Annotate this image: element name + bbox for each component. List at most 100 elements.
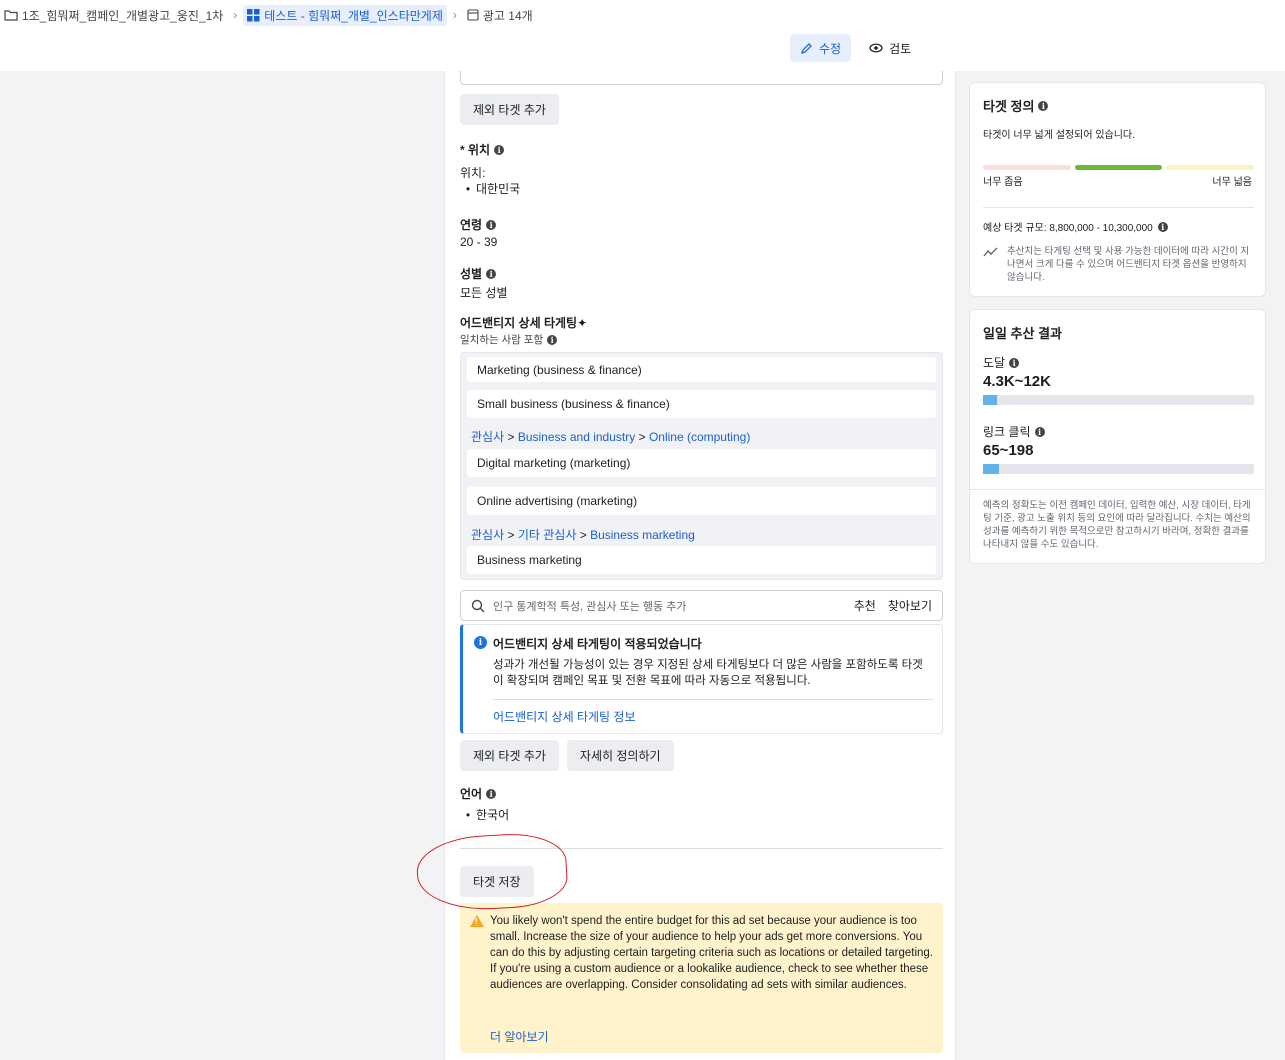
daily-disclaimer: 예측의 정확도는 이전 캠페인 데이터, 입력한 예산, 시장 데이터, 타게팅…	[983, 500, 1251, 550]
search-icon	[471, 599, 485, 612]
info-icon[interactable]: i	[1038, 100, 1049, 111]
notice-link[interactable]: 어드밴티지 상세 타게팅 정보	[493, 708, 635, 725]
info-icon: i	[474, 636, 487, 649]
path-link[interactable]: Business and industry	[518, 430, 635, 444]
reach-bar-fill	[983, 395, 997, 405]
gender-label-text: 성별	[460, 267, 483, 281]
notice-body: 성과가 개선될 가능성이 있는 경우 지정된 상세 타게팅보다 더 많은 사람을…	[493, 659, 923, 687]
divider	[970, 489, 1265, 490]
budget-warning: ! You likely won't spend the entire budg…	[460, 903, 943, 1053]
definition-title: 타겟 정의	[983, 99, 1035, 114]
gender-value: 모든 성별	[460, 286, 508, 300]
meter-broad	[1166, 165, 1255, 170]
eye-icon	[869, 43, 883, 53]
targeting-item[interactable]: Small business (business & finance)	[467, 390, 936, 418]
targeting-item[interactable]: Marketing (business & finance)	[467, 357, 936, 382]
review-button[interactable]: 검토	[859, 34, 921, 62]
breadcrumb-ads[interactable]: 광고 14개	[463, 5, 537, 26]
warning-icon: !	[470, 915, 484, 927]
learn-more-link[interactable]: 더 알아보기	[490, 1028, 549, 1045]
meter-broad-label: 너무 넓음	[1212, 177, 1252, 188]
chevron-right-icon: ›	[452, 8, 457, 22]
trend-icon	[983, 247, 998, 257]
path-separator: >	[507, 430, 515, 444]
suggest-link[interactable]: 추천	[854, 597, 876, 614]
folder-icon	[4, 10, 18, 21]
targeting-item[interactable]: Digital marketing (marketing)	[467, 449, 936, 477]
breadcrumb-adset-label: 테스트 - 힘뭐쩌_개별_인스타만게제	[264, 8, 443, 23]
path-separator: >	[579, 528, 587, 542]
detail-targeting-label: 어드밴티지 상세 타게팅✦	[460, 316, 588, 330]
audience-breadth-meter	[983, 165, 1255, 171]
define-detail-button[interactable]: 자세히 정의하기	[566, 740, 674, 771]
path-link[interactable]: Business marketing	[590, 528, 695, 542]
warning-text-1: You likely won't spend the entire budget…	[490, 915, 934, 959]
meter-narrow	[983, 165, 1071, 170]
path-link[interactable]: Online (computing)	[649, 430, 750, 444]
language-value: 한국어	[460, 808, 509, 822]
path-link[interactable]: 관심사	[471, 430, 504, 444]
divider	[493, 699, 933, 700]
location-label-text: * 위치	[460, 143, 491, 157]
meter-narrow-label: 너무 좁음	[983, 177, 1023, 188]
definition-note: 추산치는 타게팅 선택 및 사용 가능한 데이터에 따라 시간이 지나면서 크게…	[1007, 246, 1250, 283]
age-value: 20 - 39	[460, 235, 498, 249]
pencil-icon	[801, 42, 812, 54]
info-icon[interactable]: i	[1157, 221, 1168, 232]
info-icon[interactable]: i	[547, 334, 558, 345]
targeting-path: 관심사 > Business and industry > Online (co…	[471, 428, 750, 445]
warning-text-2: If you're using a custom audience or a l…	[490, 963, 929, 991]
info-icon[interactable]: i	[494, 144, 505, 155]
info-icon[interactable]: i	[1009, 357, 1020, 368]
save-audience-button[interactable]: 타겟 저장	[460, 866, 534, 897]
targeting-item[interactable]: Business marketing	[467, 546, 936, 574]
exclude-audience-button-top[interactable]: 제외 타겟 추가	[460, 94, 559, 125]
detail-targeting-box: Marketing (business & finance) Small bus…	[460, 352, 943, 580]
daily-title: 일일 추산 결과	[983, 326, 1062, 341]
top-search-input[interactable]	[460, 71, 943, 85]
language-label-text: 언어	[460, 787, 483, 801]
click-label: 링크 클릭	[983, 425, 1031, 439]
edit-label: 수정	[819, 41, 842, 56]
reach-value: 4.3K~12K	[983, 373, 1051, 390]
reach-label: 도달	[983, 356, 1006, 370]
breadcrumb-ads-label: 광고 14개	[482, 8, 533, 23]
click-bar	[983, 464, 1254, 474]
path-link[interactable]: 기타 관심사	[518, 528, 577, 542]
breadcrumb-adset[interactable]: 테스트 - 힘뭐쩌_개별_인스타만게제	[243, 4, 447, 26]
detail-targeting-search[interactable]: 인구 통계학적 특성, 관심사 또는 행동 추가 추천 찾아보기	[460, 590, 943, 621]
targeting-item[interactable]: Online advertising (marketing)	[467, 487, 936, 515]
exclude-audience-button[interactable]: 제외 타겟 추가	[460, 740, 559, 771]
age-label-text: 연령	[460, 218, 483, 232]
age-label: 연령 i	[460, 216, 943, 233]
info-icon[interactable]: i	[1034, 426, 1045, 437]
grid-icon	[247, 8, 260, 21]
advantage-notice: i 어드밴티지 상세 타게팅이 적용되었습니다 성과가 개선될 가능성이 있는 …	[460, 624, 943, 734]
notice-title: 어드밴티지 상세 타게팅이 적용되었습니다	[493, 637, 702, 651]
location-sub: 위치:	[460, 166, 486, 180]
info-icon[interactable]: i	[486, 788, 497, 799]
audience-definition-card: 타겟 정의 i 타겟이 너무 넓게 설정되어 있습니다. 너무 좁음 너무 넓음…	[969, 82, 1266, 297]
breadcrumb-campaign[interactable]: 1조_힘뭐쩌_캠페인_개별광고_웅진_1차	[0, 5, 227, 26]
click-bar-fill	[983, 464, 1000, 474]
gender-label: 성별 i	[460, 265, 943, 282]
chevron-right-icon: ›	[233, 8, 238, 22]
edit-button[interactable]: 수정	[790, 34, 852, 62]
info-icon[interactable]: i	[486, 268, 497, 279]
top-bar: 1조_힘뭐쩌_캠페인_개별광고_웅진_1차 › 테스트 - 힘뭐쩌_개별_인스타…	[0, 0, 1285, 71]
path-separator: >	[507, 528, 515, 542]
browse-link[interactable]: 찾아보기	[888, 597, 932, 614]
info-icon[interactable]: i	[486, 219, 497, 230]
review-label: 검토	[889, 41, 912, 56]
breadcrumb: 1조_힘뭐쩌_캠페인_개별광고_웅진_1차 › 테스트 - 힘뭐쩌_개별_인스타…	[0, 0, 537, 30]
meter-good	[1074, 165, 1163, 170]
search-placeholder: 인구 통계학적 특성, 관심사 또는 행동 추가	[493, 600, 687, 613]
divider	[983, 207, 1254, 208]
ad-icon	[467, 9, 479, 21]
daily-results-card: 일일 추산 결과 도달 i 4.3K~12K 링크 클릭 i 65~198 예측…	[969, 309, 1266, 564]
targeting-path: 관심사 > 기타 관심사 > Business marketing	[471, 526, 695, 543]
definition-status: 타겟이 너무 넓게 설정되어 있습니다.	[983, 130, 1135, 141]
estimated-size: 예상 타겟 규모: 8,800,000 - 10,300,000	[983, 223, 1153, 234]
path-link[interactable]: 관심사	[471, 528, 504, 542]
location-value: 대한민국	[460, 182, 520, 196]
